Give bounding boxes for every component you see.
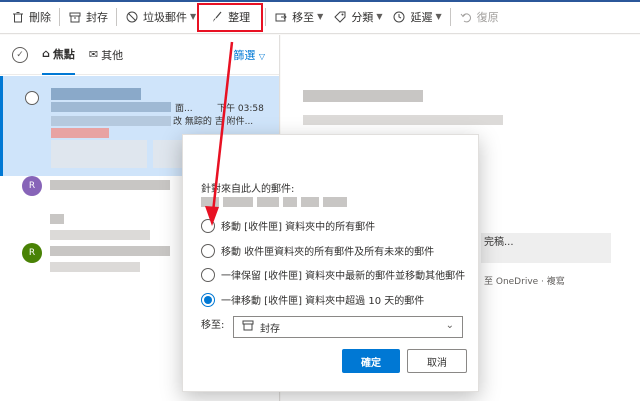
clock-icon — [392, 10, 406, 24]
option-older-than-10-days[interactable]: 一律移動 [收件匣] 資料夾中超過 10 天的郵件 — [201, 292, 424, 307]
move-to-label: 移至: — [201, 316, 224, 331]
option-move-all[interactable]: 移動 [收件匣] 資料夾中的所有郵件 — [201, 218, 375, 233]
option-label: 移動 [收件匣] 資料夾中的所有郵件 — [221, 222, 376, 233]
categorize-label: 分類 — [351, 10, 374, 24]
attachment-blur — [51, 140, 147, 168]
subject-blur — [50, 230, 150, 240]
list-tabs: ✓ ⌂ 焦點 ✉ 其他 篩選 ▽ — [0, 35, 279, 75]
archive-button[interactable]: 封存 — [63, 5, 113, 29]
toolbar-divider — [449, 7, 451, 26]
onedrive-text: 至 OneDrive · 複寫 — [484, 277, 565, 287]
chevron-down-icon[interactable]: ▼ — [435, 12, 441, 21]
option-keep-latest[interactable]: 一律保留 [收件匣] 資料夾中最新的郵件並移動其他郵件 — [201, 267, 465, 282]
tag-icon — [333, 10, 347, 24]
filter-button[interactable]: 篩選 ▽ — [233, 47, 265, 63]
chevron-down-icon[interactable]: ▼ — [317, 12, 323, 21]
subject-blur — [50, 262, 140, 272]
toolbar-divider — [265, 7, 267, 26]
avatar: R — [22, 243, 42, 263]
radio-button[interactable] — [201, 218, 215, 233]
body-blur — [303, 115, 503, 125]
archive-label: 封存 — [86, 10, 108, 24]
radio-button-selected[interactable] — [201, 292, 215, 307]
option-label: 移動 收件匣資料夾的所有郵件及所有未來的郵件 — [221, 247, 435, 258]
move-to-button[interactable]: 移至 ▼ — [269, 5, 328, 29]
move-to-value: 封存 — [260, 323, 280, 335]
tab-focused-label: 焦點 — [52, 47, 75, 61]
tab-other-label: 其他 — [101, 48, 124, 62]
categorize-button[interactable]: 分類 ▼ — [328, 5, 387, 29]
sweep-dialog: 針對來自此人的郵件: 移動 [收件匣] 資料夾中的所有郵件 移動 收件匣資料夾的… — [182, 134, 479, 392]
attachment-blur — [153, 140, 183, 168]
toolbar-divider — [59, 7, 60, 26]
row-preview: 改 無踪的 吉 附件... — [173, 117, 254, 127]
filter-label: 篩選 — [233, 49, 256, 62]
delete-label: 刪除 — [29, 10, 51, 24]
option-label: 一律移動 [收件匣] 資料夾中超過 10 天的郵件 — [221, 296, 425, 307]
sender-address-blur — [201, 197, 371, 209]
move-icon — [274, 10, 288, 24]
tag-blur — [51, 128, 109, 138]
chevron-down-icon[interactable]: ▼ — [190, 12, 196, 21]
move-to-label: 移至 — [292, 10, 315, 24]
option-label: 一律保留 [收件匣] 資料夾中最新的郵件並移動其他郵件 — [221, 271, 466, 282]
trash-icon — [11, 10, 25, 24]
select-all-checkbox[interactable]: ✓ — [12, 46, 28, 63]
sender-label: 針對來自此人的郵件: — [201, 184, 295, 195]
sender-blur — [50, 214, 64, 224]
undo-button[interactable]: 復原 — [454, 5, 504, 29]
junk-label: 垃圾郵件 — [143, 10, 187, 24]
undo-label: 復原 — [476, 10, 499, 24]
archive-icon — [242, 320, 254, 334]
chevron-down-icon: ▽ — [258, 52, 265, 61]
move-to-dropdown[interactable]: 封存 ⌄ — [233, 316, 463, 338]
snooze-button[interactable]: 延遲 ▼ — [387, 5, 446, 29]
move-to-text: 移至: — [201, 320, 225, 331]
radio-button[interactable] — [201, 267, 215, 282]
subject-blur — [51, 102, 171, 112]
subject-blur — [303, 90, 423, 102]
sender-blur — [51, 88, 141, 100]
avatar: R — [22, 176, 42, 196]
row-time: 下午 03:58 — [217, 104, 264, 114]
undo-icon — [459, 10, 473, 24]
delete-button[interactable]: 刪除 — [6, 5, 56, 29]
radio-button[interactable] — [201, 243, 215, 258]
row-snippet: 面... — [175, 104, 193, 114]
attachment-name[interactable]: 完稿... — [484, 233, 514, 248]
mail-icon: ✉ — [88, 48, 99, 61]
ok-button[interactable]: 確定 — [342, 349, 400, 373]
junk-button[interactable]: 垃圾郵件 ▼ — [120, 5, 201, 29]
sender-blur — [50, 180, 170, 190]
option-move-all-future[interactable]: 移動 收件匣資料夾的所有郵件及所有未來的郵件 — [201, 243, 434, 258]
focused-icon: ⌂ — [42, 47, 50, 60]
preview-blur — [51, 116, 171, 126]
junk-icon — [125, 10, 139, 24]
tab-focused[interactable]: ⌂ 焦點 — [42, 35, 75, 75]
tab-other[interactable]: ✉ 其他 — [89, 35, 123, 75]
snooze-label: 延遲 — [410, 10, 433, 24]
toolbar-divider — [116, 7, 117, 26]
cancel-button[interactable]: 取消 — [407, 349, 467, 373]
chevron-down-icon: ⌄ — [445, 320, 454, 331]
command-toolbar: 刪除 封存 垃圾郵件 ▼ 整理 移至 ▼ 分類 ▼ 延遲 ▼ 復原 — [0, 0, 640, 34]
highlight-box — [197, 3, 263, 32]
sender-blur — [50, 246, 170, 256]
chevron-down-icon[interactable]: ▼ — [376, 12, 382, 21]
archive-icon — [68, 10, 82, 24]
select-circle[interactable] — [25, 91, 39, 105]
